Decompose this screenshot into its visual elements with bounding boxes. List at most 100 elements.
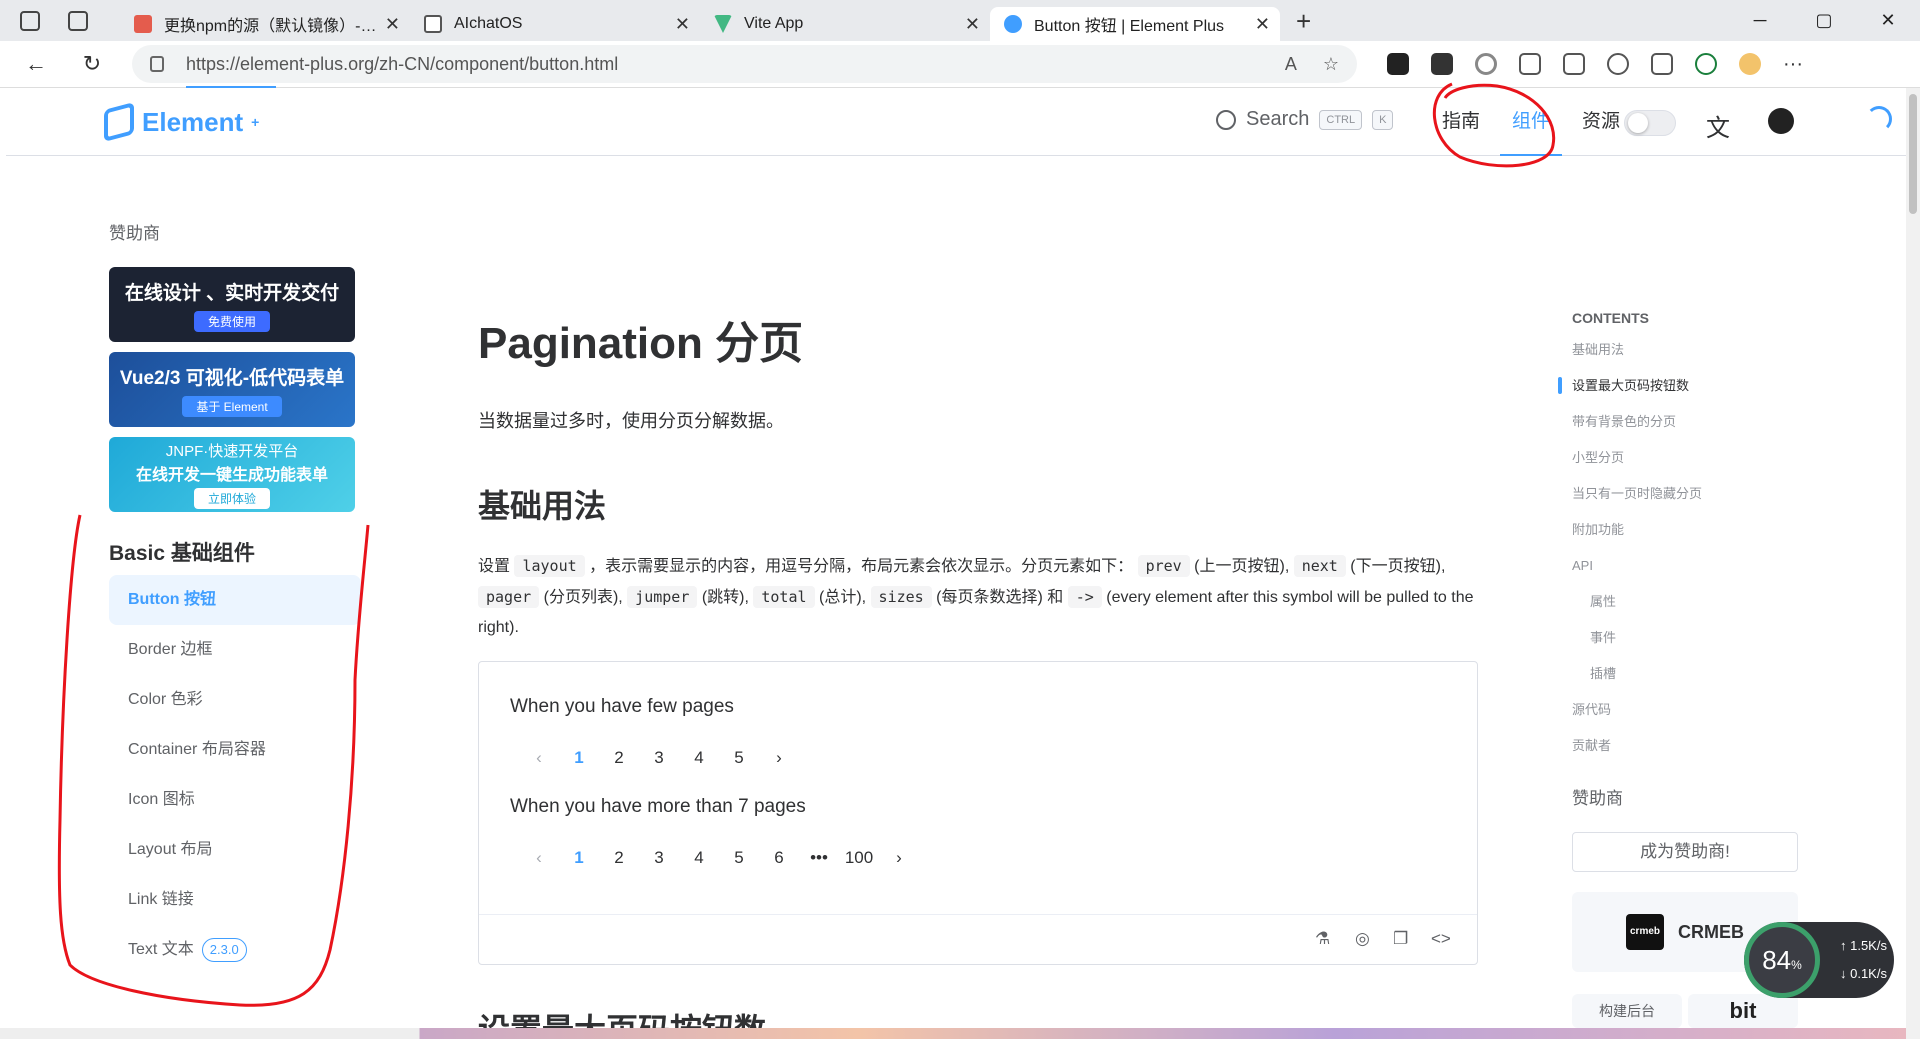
search-button[interactable]: Search CTRL K <box>1216 108 1394 131</box>
sponsor-banner-1[interactable]: 在线设计 、实时开发交付 免费使用 <box>109 267 355 342</box>
more-pages-icon[interactable]: ••• <box>799 848 839 868</box>
favorites-icon[interactable] <box>1607 53 1629 75</box>
main-nav: 指南 组件 资源 <box>1426 88 1636 156</box>
collections-icon[interactable] <box>1651 53 1673 75</box>
more-menu-icon[interactable]: ··· <box>1783 53 1803 76</box>
network-monitor-widget[interactable]: 84% ↑ 1.5K/s ↓ 0.1K/s <box>1744 922 1894 998</box>
scrollbar-thumb[interactable] <box>1909 94 1917 214</box>
page-scrollbar[interactable] <box>1906 88 1920 1039</box>
toc-item[interactable]: 小型分页 <box>1572 448 1812 484</box>
read-aloud-icon[interactable]: A <box>1285 54 1297 75</box>
element-hex-icon <box>104 101 134 143</box>
nav-component[interactable]: 组件 <box>1500 88 1563 156</box>
close-tab-icon[interactable]: ✕ <box>385 14 400 35</box>
back-arrow-icon[interactable]: ← <box>8 51 64 77</box>
extension-icon[interactable] <box>1387 53 1409 75</box>
version-badge: 2.3.0 <box>201 938 247 962</box>
table-of-contents: CONTENTS 基础用法 设置最大页码按钮数 带有背景色的分页 小型分页 当只… <box>1558 310 1812 772</box>
toc-item[interactable]: 插槽 <box>1572 664 1812 700</box>
section-description: 设置 layout ，表示需要显示的内容，用逗号分隔，布局元素会依次显示。分页元… <box>478 555 1474 636</box>
page-number[interactable]: 100 <box>839 848 879 868</box>
sponsor-small-1[interactable]: 构建后台 <box>1572 994 1682 1028</box>
lock-icon <box>150 56 164 72</box>
menu-item-border[interactable]: Border 边框 <box>109 625 361 675</box>
view-source-icon[interactable]: <> <box>1431 929 1451 949</box>
menu-item-layout[interactable]: Layout 布局 <box>109 825 361 875</box>
menu-item-color[interactable]: Color 色彩 <box>109 675 361 725</box>
new-tab-icon[interactable]: + <box>1296 6 1311 37</box>
page-number[interactable]: 4 <box>679 748 719 768</box>
page-number[interactable]: 4 <box>679 848 719 868</box>
menu-item-icon[interactable]: Icon 图标 <box>109 775 361 825</box>
menu-item-text[interactable]: Text 文本 2.3.0 <box>109 925 361 975</box>
toc-item[interactable]: 当只有一页时隐藏分页 <box>1572 484 1812 520</box>
toc-item[interactable]: 属性 <box>1572 592 1812 628</box>
playground-flask-icon[interactable]: ⚗ <box>1315 929 1330 949</box>
close-tab-icon[interactable]: ✕ <box>1255 14 1270 35</box>
page-intro: 当数据量过多时，使用分页分解数据。 <box>478 411 784 431</box>
workspaces-icon[interactable] <box>20 10 40 31</box>
favorite-star-icon[interactable]: ☆ <box>1323 54 1339 75</box>
page-number[interactable]: 1 <box>559 848 599 868</box>
sponsor-banner-2[interactable]: Vue2/3 可视化-低代码表单 基于 Element <box>109 352 355 427</box>
dark-mode-toggle[interactable] <box>1624 110 1676 136</box>
menu-item-link[interactable]: Link 链接 <box>109 875 361 925</box>
next-page-button[interactable]: › <box>879 848 919 868</box>
cpu-usage-ring: 84% <box>1744 922 1820 998</box>
page-number[interactable]: 2 <box>599 748 639 768</box>
page-number[interactable]: 5 <box>719 848 759 868</box>
tab-actions-icon[interactable] <box>68 10 88 31</box>
menu-item-button[interactable]: Button 按钮 <box>109 575 361 625</box>
sponsor-small-2[interactable]: bit <box>1688 994 1798 1028</box>
next-page-button[interactable]: › <box>759 748 799 768</box>
page-number[interactable]: 5 <box>719 748 759 768</box>
reload-icon[interactable]: ↻ <box>64 51 120 77</box>
element-logo[interactable]: Element + <box>104 101 259 143</box>
toc-item[interactable]: API <box>1572 556 1812 592</box>
copy-code-icon[interactable]: ❐ <box>1393 929 1408 949</box>
profile-avatar[interactable] <box>1739 53 1761 75</box>
split-screen-icon[interactable] <box>1563 53 1585 75</box>
tab-aichatos[interactable]: AIchatOS ✕ <box>410 7 700 41</box>
close-tab-icon[interactable]: ✕ <box>965 14 980 35</box>
toc-item[interactable]: 基础用法 <box>1572 340 1812 376</box>
tab-vite-app[interactable]: Vite App ✕ <box>700 7 990 41</box>
performance-icon[interactable] <box>1695 53 1717 75</box>
minimize-icon[interactable]: ─ <box>1728 10 1792 31</box>
github-icon[interactable] <box>1768 108 1794 134</box>
close-tab-icon[interactable]: ✕ <box>675 14 690 35</box>
page-number[interactable]: 2 <box>599 848 639 868</box>
become-sponsor-button[interactable]: 成为赞助商! <box>1572 832 1798 872</box>
search-icon <box>1216 109 1236 130</box>
prev-page-button[interactable]: ‹ <box>519 748 559 768</box>
page-number[interactable]: 3 <box>639 848 679 868</box>
nav-guide[interactable]: 指南 <box>1442 88 1480 156</box>
url-field[interactable]: https://element-plus.org/zh-CN/component… <box>132 45 1357 83</box>
tab-actions <box>0 0 120 41</box>
toc-item[interactable]: 事件 <box>1572 628 1812 664</box>
close-window-icon[interactable]: ✕ <box>1856 10 1920 31</box>
page-number[interactable]: 6 <box>759 848 799 868</box>
extension-icon[interactable] <box>1431 53 1453 75</box>
maximize-icon[interactable]: ▢ <box>1792 10 1856 31</box>
toc-item[interactable]: 源代码 <box>1572 700 1812 736</box>
page-number[interactable]: 3 <box>639 748 679 768</box>
tab-jianshu[interactable]: 更换npm的源（默认镜像）- 简书 ✕ <box>120 7 410 41</box>
prev-page-button[interactable]: ‹ <box>519 848 559 868</box>
page-number[interactable]: 1 <box>559 748 599 768</box>
sidebar: 赞助商 在线设计 、实时开发交付 免费使用 Vue2/3 可视化-低代码表单 基… <box>6 157 396 1027</box>
toc-item[interactable]: 附加功能 <box>1572 520 1812 556</box>
tab-element-plus[interactable]: Button 按钮 | Element Plus ✕ <box>990 7 1280 41</box>
menu-item-container[interactable]: Container 布局容器 <box>109 725 361 775</box>
toc-item[interactable]: 带有背景色的分页 <box>1572 412 1812 448</box>
sponsor-banner-3[interactable]: JNPF·快速开发平台 在线开发一键生成功能表单 立即体验 <box>109 437 355 512</box>
github-edit-icon[interactable]: ◎ <box>1355 929 1370 949</box>
toc-item[interactable]: 贡献者 <box>1572 736 1812 772</box>
extensions-puzzle-icon[interactable] <box>1519 53 1541 75</box>
extension-icon[interactable] <box>1475 53 1497 75</box>
translate-icon[interactable]: 文 <box>1706 108 1730 143</box>
element-favicon-icon <box>1004 15 1022 33</box>
kbd-ctrl: CTRL <box>1319 109 1363 130</box>
nav-resource[interactable]: 资源 <box>1582 88 1620 156</box>
toc-item-active[interactable]: 设置最大页码按钮数 <box>1558 376 1812 412</box>
